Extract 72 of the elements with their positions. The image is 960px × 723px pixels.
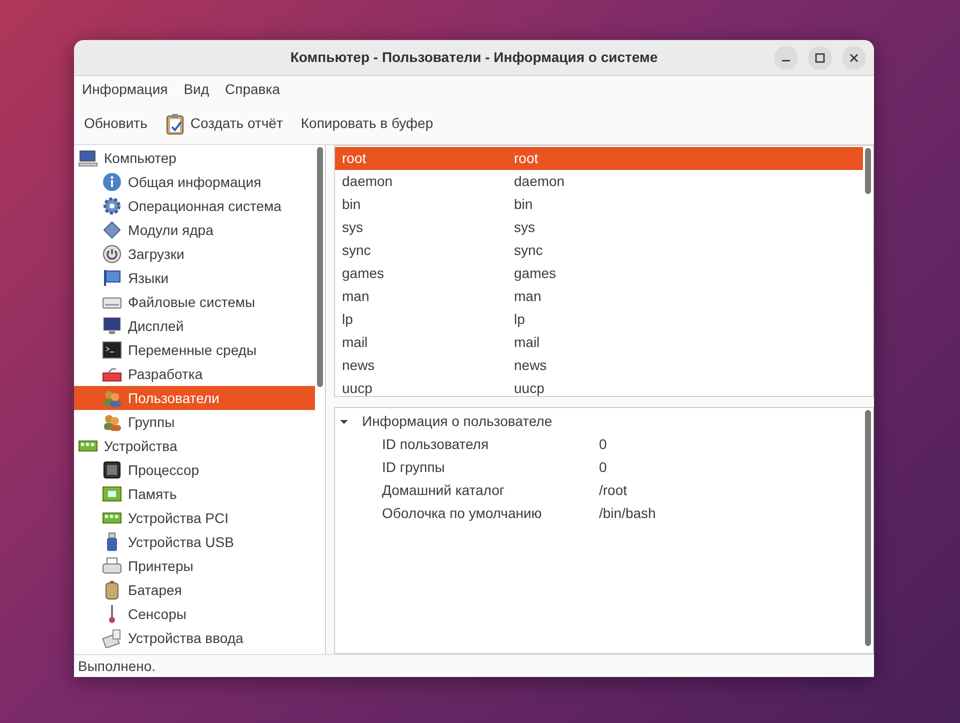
sidebar-item[interactable]: Компьютер — [74, 146, 315, 170]
sidebar-item[interactable]: Устройства PCI — [74, 506, 315, 530]
field-value: 0 — [599, 435, 607, 454]
user-row[interactable]: bin bin — [335, 193, 863, 216]
sidebar-item[interactable]: Процессор — [74, 458, 315, 482]
sidebar-item[interactable]: Группы — [74, 410, 315, 434]
scrollbar-thumb[interactable] — [317, 147, 323, 387]
user-row[interactable]: games games — [335, 262, 863, 285]
user-row[interactable]: daemon daemon — [335, 170, 863, 193]
sidebar-item[interactable]: Общая информация — [74, 170, 315, 194]
users-icon — [102, 412, 122, 432]
user-row[interactable]: mail mail — [335, 331, 863, 354]
scrollbar-thumb[interactable] — [865, 148, 871, 194]
field-value: /root — [599, 481, 628, 500]
info-icon — [102, 172, 122, 192]
chip-icon — [102, 460, 122, 480]
close-icon — [849, 53, 859, 63]
sidebar-item[interactable]: Батарея — [74, 578, 315, 602]
flag-icon — [102, 268, 122, 288]
user-row[interactable]: root root — [335, 147, 863, 170]
sidebar-item[interactable]: Языки — [74, 266, 315, 290]
monitor-icon — [78, 148, 98, 168]
sidebar-item[interactable]: Память — [74, 482, 315, 506]
field-label: ID группы — [381, 458, 446, 477]
menu-item[interactable]: Справка — [219, 79, 286, 100]
terminal-icon — [102, 340, 122, 360]
diamond-icon — [102, 220, 122, 240]
field-value: /bin/bash — [599, 504, 656, 523]
section-title: Информация о пользователе — [362, 412, 552, 431]
field-value: 0 — [599, 458, 607, 477]
field-label: Домашний каталог — [381, 481, 506, 500]
clipboard-icon — [165, 112, 186, 134]
user-row[interactable]: lp lp — [335, 308, 863, 331]
sidebar-item[interactable]: Модули ядра — [74, 218, 315, 242]
user-row[interactable]: sys sys — [335, 216, 863, 239]
gear-icon — [102, 196, 122, 216]
sidebar-item[interactable]: Устройства ввода — [74, 626, 315, 650]
user-row[interactable]: sync sync — [335, 239, 863, 262]
sidebar-item[interactable]: Принтеры — [74, 554, 315, 578]
toolbar-button[interactable]: Копировать в буфер — [294, 108, 440, 138]
toolbar-button[interactable]: Создать отчёт — [159, 108, 289, 138]
sidebar-item[interactable]: Сенсоры — [74, 602, 315, 626]
sidebar-item[interactable]: Дисплей — [74, 314, 315, 338]
scrollbar-thumb[interactable] — [865, 410, 871, 646]
sidebar-item[interactable]: Устройства — [74, 434, 315, 458]
field-label: Оболочка по умолчанию — [381, 504, 543, 523]
user-row[interactable]: man man — [335, 285, 863, 308]
printer-icon — [102, 556, 122, 576]
status-text: Выполнено. — [78, 656, 156, 676]
user-row[interactable]: uucp uucp — [335, 377, 863, 396]
window-title: Компьютер - Пользователи - Информация о системе — [290, 48, 658, 67]
memory-icon — [102, 484, 122, 504]
power-icon — [102, 244, 122, 264]
sidebar-item[interactable]: Операционная система — [74, 194, 315, 218]
monitor-icon — [102, 316, 122, 336]
maximize-icon — [815, 53, 825, 63]
user-row[interactable]: news news — [335, 354, 863, 377]
toolbar-button[interactable]: Обновить — [78, 108, 154, 138]
menu-item[interactable]: Информация — [76, 79, 174, 100]
sidebar-item[interactable]: Устройства USB — [74, 530, 315, 554]
field-label: ID пользователя — [381, 435, 490, 454]
sidebar-item[interactable]: Разработка — [74, 362, 315, 386]
users-icon — [102, 388, 122, 408]
close-button[interactable] — [842, 46, 866, 70]
sidebar-item[interactable]: Переменные среды — [74, 338, 315, 362]
sidebar-item[interactable]: Загрузки — [74, 242, 315, 266]
sidebar-item[interactable]: Пользователи — [74, 386, 315, 410]
minimize-button[interactable] — [774, 46, 798, 70]
minimize-icon — [782, 60, 790, 62]
sidebar-item[interactable]: Файловые системы — [74, 290, 315, 314]
maximize-button[interactable] — [808, 46, 832, 70]
menu-item[interactable]: Вид — [178, 79, 216, 100]
